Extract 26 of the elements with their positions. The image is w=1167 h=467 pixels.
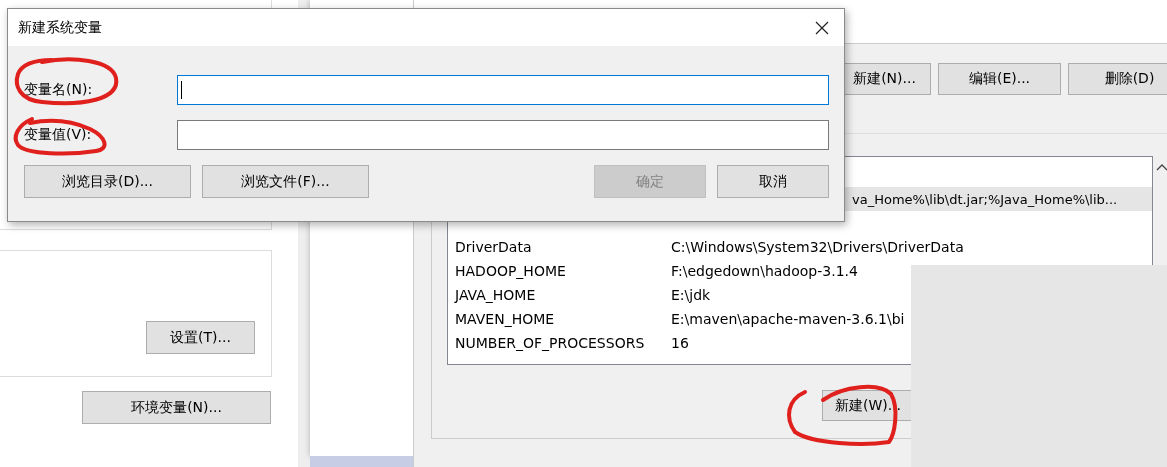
settings-button[interactable]: 设置(T)... bbox=[146, 321, 255, 354]
dialog-button[interactable]: 取消 bbox=[717, 165, 829, 198]
variable-value: F:\edgedown\hadoop-3.1.4 bbox=[671, 263, 858, 279]
variable-value: 16 bbox=[671, 335, 689, 351]
input-field[interactable] bbox=[177, 120, 829, 150]
variable-value: E:\jdk bbox=[671, 287, 711, 303]
variable-name: MAVEN_HOME bbox=[454, 311, 556, 327]
variable-name: JAVA_HOME bbox=[453, 287, 537, 303]
variable-value: va_Home%\lib\dt.jar;%Java_Home%\lib... bbox=[852, 191, 1118, 207]
variable-row[interactable]: DriverData C:\Windows\System32\Drivers\DriverData bbox=[448, 235, 1152, 259]
scroll-up-icon[interactable] bbox=[1156, 163, 1167, 171]
variable-name: DriverData bbox=[454, 239, 533, 255]
field-label: 变量名(N): bbox=[24, 81, 94, 99]
input-field[interactable] bbox=[177, 75, 829, 105]
environment-variables-button[interactable]: 环境变量(N)... bbox=[82, 391, 271, 424]
variable-button[interactable]: 删除(D) bbox=[1068, 63, 1167, 95]
browse-button[interactable]: 浏览文件(F)... bbox=[202, 165, 369, 198]
window-title: 新建系统变量 bbox=[18, 18, 102, 37]
close-icon[interactable] bbox=[815, 20, 829, 35]
variable-value: C:\Windows\System32\Drivers\DriverData bbox=[671, 239, 964, 255]
variable-name: HADOOP_HOME bbox=[454, 263, 567, 279]
browse-button[interactable]: 浏览目录(D)... bbox=[24, 165, 191, 198]
variable-button[interactable]: 编辑(E)... bbox=[938, 63, 1061, 95]
variable-value: E:\maven\apache-maven-3.6.1\bi bbox=[671, 311, 905, 327]
variable-name: NUMBER_OF_PROCESSORS bbox=[454, 335, 646, 351]
field-label: 变量值(V): bbox=[24, 126, 93, 144]
